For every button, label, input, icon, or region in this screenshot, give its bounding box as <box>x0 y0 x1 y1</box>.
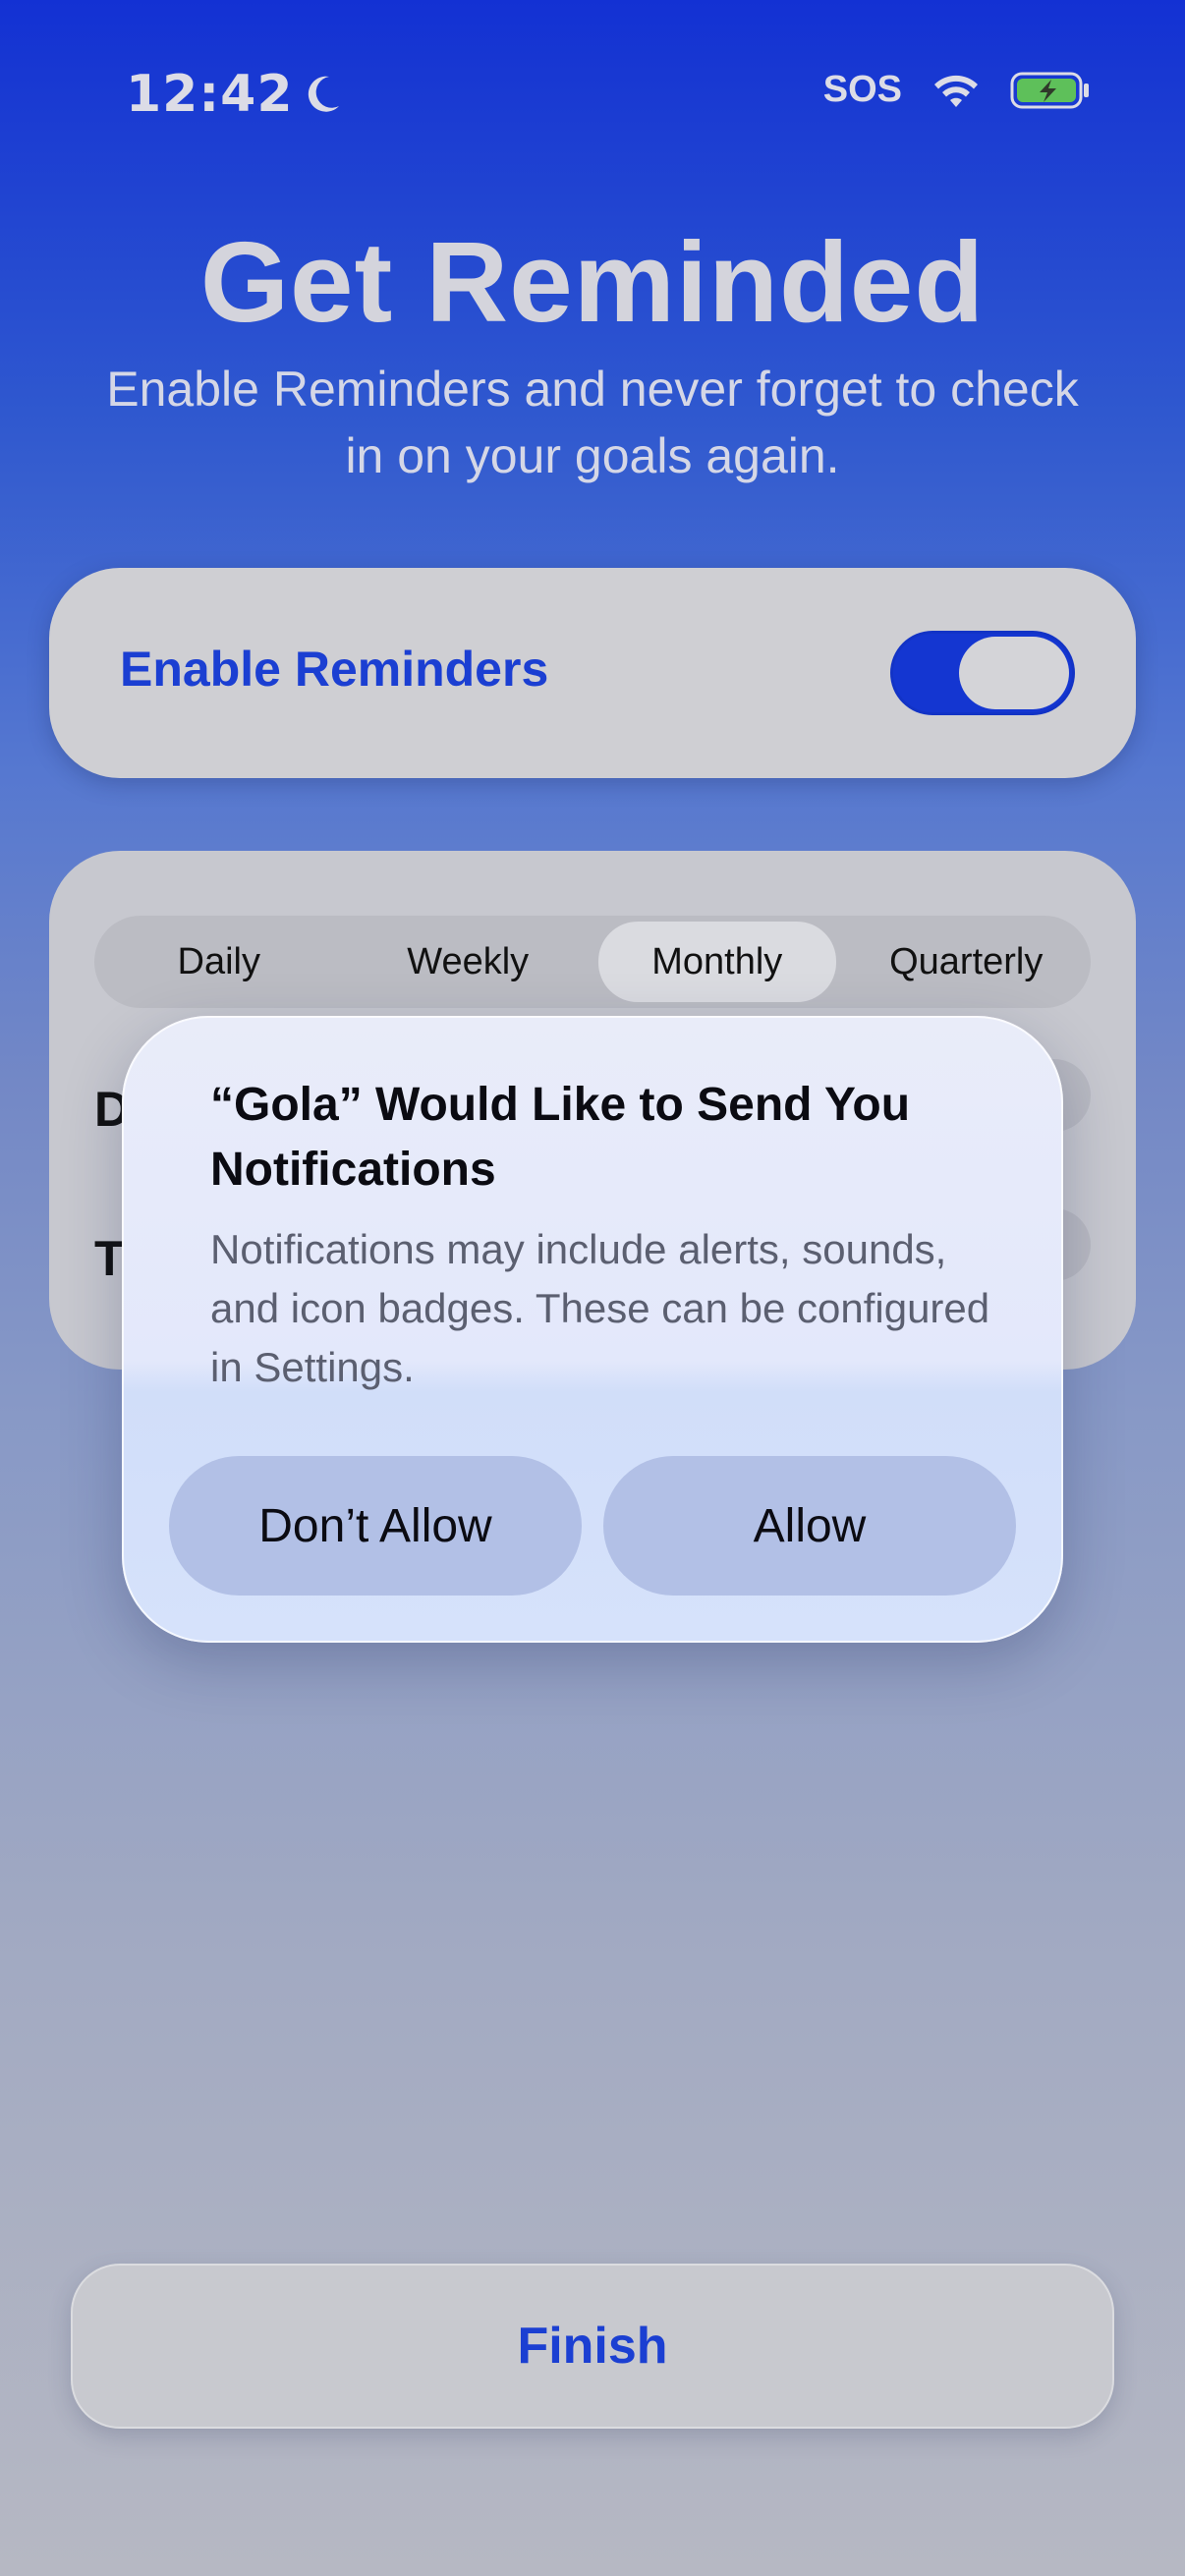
carrier-label: SOS <box>822 69 902 110</box>
page-subtitle: Enable Reminders and never forget to che… <box>106 362 1079 483</box>
status-bar: 12:42 SOS <box>0 0 1185 196</box>
status-indicators: SOS <box>823 69 1091 111</box>
status-time: 12:42 <box>126 65 343 124</box>
dont-allow-button[interactable]: Don’t Allow <box>169 1456 582 1596</box>
enable-reminders-card: Enable Reminders <box>49 568 1136 778</box>
notification-permission-alert: “Gola” Would Like to Send You Notificati… <box>122 1016 1063 1643</box>
alert-message: Notifications may include alerts, sounds… <box>210 1226 990 1390</box>
enable-reminders-toggle[interactable] <box>890 631 1075 715</box>
schedule-row-label-time: T <box>94 1231 125 1286</box>
segment-daily[interactable]: Daily <box>100 922 338 1002</box>
finish-button[interactable]: Finish <box>71 2264 1114 2429</box>
wifi-icon <box>934 75 978 107</box>
segment-monthly[interactable]: Monthly <box>598 922 836 1002</box>
segment-quarterly[interactable]: Quarterly <box>848 922 1086 1002</box>
segment-weekly[interactable]: Weekly <box>350 922 588 1002</box>
status-time-text: 12:42 <box>126 65 294 124</box>
alert-title: “Gola” Would Like to Send You Notificati… <box>210 1079 911 1196</box>
page-title: Get Reminded <box>199 218 986 346</box>
moon-icon <box>308 76 339 112</box>
enable-reminders-label: Enable Reminders <box>120 642 549 697</box>
battery-charging-icon <box>1010 72 1089 108</box>
toggle-knob <box>959 637 1069 709</box>
frequency-segmented-control: Daily Weekly Monthly Quarterly <box>94 916 1091 1008</box>
allow-button[interactable]: Allow <box>603 1456 1016 1596</box>
